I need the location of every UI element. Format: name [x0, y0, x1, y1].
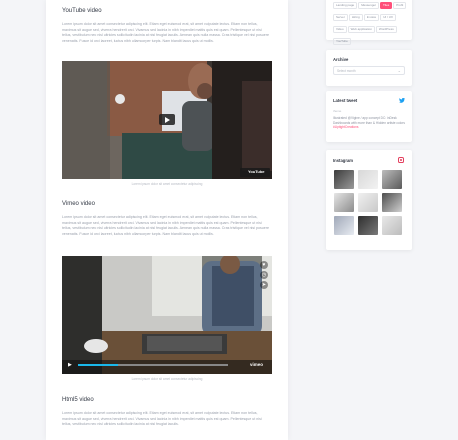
like-heart-icon[interactable]: ♥	[260, 261, 268, 269]
tweet-text: Illustrated @Vigine / app concept DC: in…	[333, 116, 405, 130]
tags-widget: Landing page Messenger Tiles Profit Server Hi…	[326, 0, 412, 46]
twitter-bird-icon[interactable]	[399, 98, 405, 103]
section-paragraph: Lorem ipsum dolor sit amet consectetur a…	[62, 411, 262, 427]
tag-link[interactable]: Messenger	[358, 2, 380, 10]
tag-link[interactable]: Web application	[347, 26, 375, 34]
instagram-grid	[334, 170, 404, 235]
tag-link[interactable]: UI / UX	[380, 14, 396, 22]
video-caption: Lorem ipsum dolor sit amet consectetur a…	[131, 182, 203, 186]
instagram-icon[interactable]	[398, 157, 404, 163]
tag-link[interactable]: Landing page	[333, 2, 358, 10]
tweet-link[interactable]: #UptightCreations	[333, 125, 359, 129]
main-content: YouTube video Lorem ipsum dolor sit amet…	[46, 0, 288, 440]
vimeo-section: Vimeo video	[62, 201, 272, 207]
section-paragraph: Lorem ipsum dolor sit amet consectetur a…	[62, 22, 269, 43]
instagram-thumb[interactable]	[334, 193, 354, 212]
section-title: Vimeo video	[62, 201, 95, 207]
widget-title: Archive	[333, 57, 349, 62]
instagram-widget: Instagram	[326, 150, 412, 250]
archive-month-select[interactable]: Select month ⌄	[333, 66, 405, 75]
html5-section: Html5 video	[62, 397, 272, 403]
instagram-thumb[interactable]	[358, 216, 378, 235]
instagram-thumb[interactable]	[334, 216, 354, 235]
archive-select-placeholder: Select month	[337, 69, 356, 73]
instagram-thumb[interactable]	[382, 193, 402, 212]
vimeo-play-icon[interactable]: ▶	[68, 362, 72, 368]
tag-cloud: Landing page Messenger Tiles Profit Server Hi…	[333, 0, 409, 47]
archive-widget: Archive Select month ⌄	[326, 50, 412, 86]
tag-link[interactable]: Video	[333, 26, 347, 34]
section-title: Html5 video	[62, 397, 94, 403]
youtube-section: YouTube video	[62, 8, 272, 14]
instagram-thumb[interactable]	[334, 170, 354, 189]
tag-link[interactable]: Profit	[393, 2, 407, 10]
section-title: YouTube video	[62, 8, 102, 14]
instagram-thumb[interactable]	[382, 170, 402, 189]
latest-tweet-widget: Latest tweet theme Illustrated @Vigine /…	[326, 91, 412, 142]
widget-title: Latest tweet	[333, 98, 358, 103]
share-icon[interactable]: ➤	[260, 281, 268, 289]
youtube-logo: YouTube	[248, 169, 265, 174]
video-caption: Lorem ipsum dolor sit amet consectetur a…	[131, 377, 203, 381]
instagram-thumb[interactable]	[358, 170, 378, 189]
chevron-down-icon: ⌄	[397, 68, 401, 73]
section-paragraph: Lorem ipsum dolor sit amet consectetur a…	[62, 215, 269, 236]
tag-link[interactable]: Tiles	[380, 2, 393, 10]
instagram-thumb[interactable]	[358, 193, 378, 212]
instagram-thumb[interactable]	[382, 216, 402, 235]
tag-link[interactable]: Server	[333, 14, 348, 22]
vimeo-video-frame	[62, 256, 272, 374]
tag-link[interactable]: WordPress	[375, 26, 397, 34]
vimeo-video-player[interactable]: ♥ ◷ ➤ ▶ vimeo	[62, 256, 272, 374]
widget-title: Instagram	[333, 158, 354, 163]
vimeo-logo: vimeo	[250, 362, 264, 367]
play-icon[interactable]	[159, 114, 175, 125]
tag-link[interactable]: Invoice	[363, 14, 380, 22]
tag-link[interactable]: Hiring	[348, 14, 363, 22]
youtube-video-player[interactable]: YouTube	[62, 61, 272, 179]
tweet-body: Illustrated @Vigine / app concept DC: in…	[333, 116, 405, 125]
watch-later-clock-icon[interactable]: ◷	[260, 271, 268, 279]
tweet-handle[interactable]: theme	[333, 109, 341, 113]
tag-link[interactable]: YouTube	[333, 38, 351, 46]
